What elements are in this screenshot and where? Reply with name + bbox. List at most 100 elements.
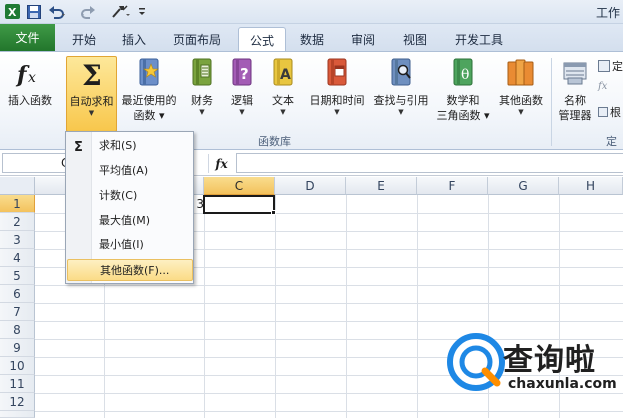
grid-line bbox=[35, 321, 623, 322]
grid-line bbox=[346, 195, 347, 418]
tab-insert[interactable]: 插入 bbox=[112, 27, 156, 51]
formula-input[interactable] bbox=[236, 153, 623, 173]
svg-text:θ: θ bbox=[461, 67, 469, 83]
grid-line bbox=[417, 195, 418, 418]
row-header[interactable]: 6 bbox=[0, 285, 35, 303]
math-book-icon: θ bbox=[434, 56, 492, 93]
fx-small-icon: fx bbox=[598, 81, 608, 92]
save-icon[interactable] bbox=[26, 3, 42, 20]
menu-item-more-functions[interactable]: 其他函数(F)... bbox=[67, 259, 193, 281]
logical-book-icon: ? bbox=[225, 56, 259, 93]
lookup-book-icon bbox=[370, 56, 432, 93]
svg-text:Σ: Σ bbox=[82, 59, 102, 91]
tab-file[interactable]: 文件 bbox=[0, 24, 55, 51]
menu-item-max[interactable]: 最大值(M) bbox=[67, 209, 193, 231]
column-header-c[interactable]: C bbox=[204, 177, 275, 195]
star-book-icon bbox=[118, 56, 180, 93]
fill-handle[interactable] bbox=[271, 210, 276, 215]
menu-item-count[interactable]: 计数(C) bbox=[67, 184, 193, 206]
tab-view[interactable]: 视图 bbox=[395, 27, 435, 51]
watermark-logo-icon bbox=[447, 333, 505, 391]
column-header-e[interactable]: E bbox=[346, 177, 417, 195]
text-book-icon: A bbox=[266, 56, 300, 93]
row-header[interactable]: 10 bbox=[0, 357, 35, 375]
chevron-down-icon: ▼ bbox=[88, 109, 95, 117]
insert-function-fx-button[interactable]: fx bbox=[208, 154, 234, 173]
menu-item-average[interactable]: 平均值(A) bbox=[67, 159, 193, 181]
excel-logo-icon[interactable]: X bbox=[4, 3, 20, 20]
name-manager-icon bbox=[553, 56, 597, 93]
undo-icon[interactable] bbox=[47, 3, 67, 20]
grid-line bbox=[275, 195, 276, 418]
grid-line bbox=[35, 303, 623, 304]
more-functions-button[interactable]: 其他函数 ▼ bbox=[494, 56, 548, 132]
row-header[interactable]: 7 bbox=[0, 303, 35, 321]
window-title: 工作 bbox=[595, 6, 620, 20]
grid-line bbox=[35, 393, 623, 394]
title-bar: X 工作 bbox=[0, 0, 623, 24]
tool-icon[interactable] bbox=[110, 3, 132, 20]
column-header-d[interactable]: D bbox=[275, 177, 346, 195]
row-header[interactable]: 8 bbox=[0, 321, 35, 339]
redo-icon[interactable] bbox=[79, 3, 99, 20]
svg-text:A: A bbox=[280, 67, 291, 83]
insert-function-button[interactable]: fx 插入函数 bbox=[2, 56, 58, 132]
grid-line bbox=[35, 411, 623, 412]
define-name-icon bbox=[598, 60, 610, 72]
create-from-selection-button[interactable]: 根 bbox=[598, 104, 621, 120]
watermark-url: chaxunla.com bbox=[508, 376, 617, 392]
active-cell-c1[interactable] bbox=[203, 195, 275, 214]
customize-toolbar-icon[interactable] bbox=[136, 3, 148, 20]
use-in-formula-button[interactable]: fx bbox=[598, 81, 607, 92]
tab-page-layout[interactable]: 页面布局 bbox=[166, 27, 228, 51]
row-header[interactable]: 5 bbox=[0, 267, 35, 285]
svg-text:X: X bbox=[8, 6, 17, 19]
column-header-f[interactable]: F bbox=[417, 177, 488, 195]
sigma-icon: Σ bbox=[74, 140, 83, 155]
lookup-reference-button[interactable]: 查找与引用 ▼ bbox=[370, 56, 432, 132]
date-time-button[interactable]: 日期和时间 ▼ bbox=[304, 56, 370, 132]
financial-book-icon bbox=[183, 56, 221, 93]
svg-text:?: ? bbox=[240, 65, 249, 83]
tab-data[interactable]: 数据 bbox=[292, 27, 332, 51]
row-header[interactable]: 3 bbox=[0, 231, 35, 249]
financial-button[interactable]: 财务 ▼ bbox=[183, 56, 221, 132]
grid-line bbox=[204, 195, 205, 418]
name-box[interactable]: C bbox=[2, 153, 72, 173]
row-header[interactable]: 9 bbox=[0, 339, 35, 357]
name-manager-button[interactable]: 名称 管理器 bbox=[553, 56, 597, 132]
table-small-icon bbox=[598, 107, 608, 117]
autosum-dropdown-menu: Σ 求和(S) 平均值(A) 计数(C) 最大值(M) 最小值(I) 其他函数(… bbox=[65, 131, 194, 284]
row-header[interactable]: 2 bbox=[0, 213, 35, 231]
grid-line bbox=[35, 285, 623, 286]
ribbon-tabs: 文件 开始 插入 页面布局 公式 数据 审阅 视图 开发工具 bbox=[0, 24, 623, 52]
math-trig-button[interactable]: θ 数学和 三角函数 ▾ bbox=[434, 56, 492, 132]
date-time-book-icon bbox=[304, 56, 370, 93]
watermark-title: 查询啦 bbox=[503, 343, 596, 378]
row-header[interactable]: 11 bbox=[0, 375, 35, 393]
menu-item-min[interactable]: 最小值(I) bbox=[67, 233, 193, 255]
sigma-icon: Σ bbox=[67, 57, 116, 94]
function-library-group-label: 函数库 bbox=[258, 135, 291, 148]
menu-item-sum[interactable]: Σ 求和(S) bbox=[67, 134, 193, 156]
text-button[interactable]: A 文本 ▼ bbox=[266, 56, 300, 132]
row-header[interactable]: 1 bbox=[0, 195, 35, 213]
recently-used-button[interactable]: 最近使用的 函数 ▾ bbox=[118, 56, 180, 132]
logical-button[interactable]: ? 逻辑 ▼ bbox=[225, 56, 259, 132]
select-all-corner[interactable] bbox=[0, 177, 35, 195]
column-header-h[interactable]: H bbox=[559, 177, 623, 195]
svg-text:x: x bbox=[28, 70, 36, 86]
row-header[interactable] bbox=[0, 411, 35, 418]
tab-review[interactable]: 审阅 bbox=[343, 27, 383, 51]
column-header-g[interactable]: G bbox=[488, 177, 559, 195]
row-header[interactable]: 12 bbox=[0, 393, 35, 411]
tab-developer[interactable]: 开发工具 bbox=[447, 27, 511, 51]
autosum-button[interactable]: Σ 自动求和 ▼ bbox=[66, 56, 117, 132]
fx-icon: fx bbox=[2, 56, 58, 93]
define-name-button[interactable]: 定 bbox=[598, 58, 623, 74]
row-header[interactable]: 4 bbox=[0, 249, 35, 267]
tab-home[interactable]: 开始 bbox=[62, 27, 106, 51]
tab-formulas[interactable]: 公式 bbox=[238, 27, 286, 52]
more-functions-books-icon bbox=[494, 56, 548, 93]
group-separator bbox=[551, 58, 552, 146]
